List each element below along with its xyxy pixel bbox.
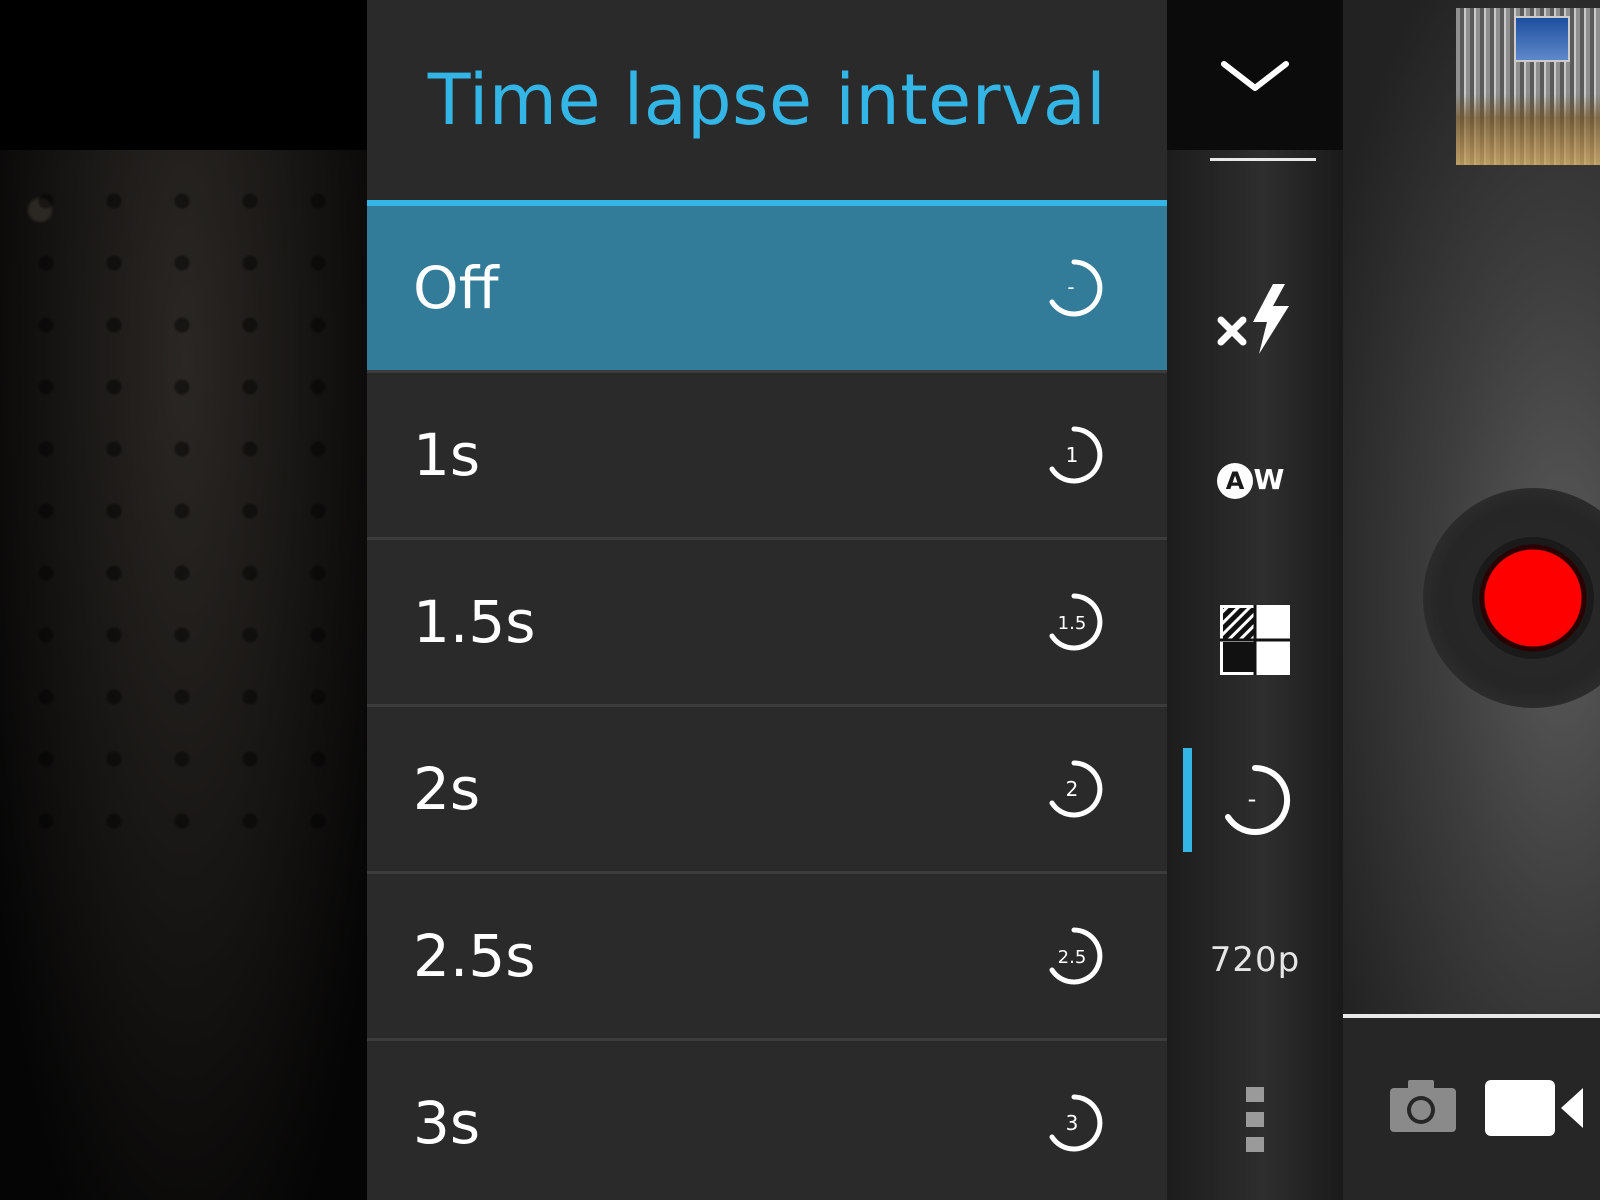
option-label: 2.5s [413, 922, 536, 990]
svg-text:-: - [1067, 275, 1074, 299]
option-off[interactable]: Off - [367, 206, 1167, 373]
option-2-5s[interactable]: 2.5s 2.5 [367, 874, 1167, 1041]
more-vertical-icon [1246, 1087, 1264, 1152]
dialog-title: Time lapse interval [427, 59, 1107, 141]
more-options-button[interactable] [1167, 1085, 1343, 1155]
svg-text:2.5: 2.5 [1058, 947, 1087, 968]
strip-divider [1210, 158, 1316, 161]
settings-strip: A W - 720p [1167, 0, 1343, 1200]
flash-button[interactable] [1167, 280, 1343, 360]
time-lapse-2-5s-icon: 2.5 [1049, 927, 1103, 985]
camera-icon[interactable] [1388, 1078, 1458, 1134]
svg-text:-: - [1248, 785, 1257, 813]
mode-switcher [1343, 1018, 1600, 1200]
svg-text:2: 2 [1066, 777, 1079, 801]
white-balance-button[interactable]: A W [1167, 450, 1343, 510]
flash-off-icon [1217, 284, 1289, 354]
option-label: 2s [413, 755, 481, 823]
option-1s[interactable]: 1s 1 [367, 373, 1167, 540]
option-label: 3s [413, 1089, 481, 1157]
option-3s[interactable]: 3s 3 [367, 1041, 1167, 1200]
option-label: 1.5s [413, 588, 536, 656]
video-camera-icon[interactable] [1483, 1078, 1588, 1138]
time-lapse-3s-icon: 3 [1049, 1094, 1103, 1152]
svg-text:W: W [1254, 463, 1285, 496]
time-lapse-1-5s-icon: 1.5 [1049, 593, 1103, 651]
interval-options: Off - 1s 1 1.5s 1.5 2s 2 2.5s 2.5 3s 3 [367, 206, 1167, 1200]
time-lapse-2s-icon: 2 [1049, 760, 1103, 818]
preview-texture [0, 150, 370, 850]
viewfinder[interactable] [0, 0, 370, 1200]
last-capture-thumbnail[interactable] [1456, 8, 1600, 165]
svg-text:3: 3 [1066, 1111, 1079, 1135]
option-2s[interactable]: 2s 2 [367, 707, 1167, 874]
time-lapse-button[interactable]: - [1167, 755, 1343, 845]
svg-text:1.5: 1.5 [1058, 613, 1087, 634]
option-label: Off [413, 254, 499, 322]
option-1-5s[interactable]: 1.5s 1.5 [367, 540, 1167, 707]
svg-text:1: 1 [1066, 443, 1079, 467]
time-lapse-off-icon: - [1049, 259, 1103, 317]
auto-white-balance-icon: A W [1217, 463, 1285, 499]
exposure-pattern-button[interactable] [1167, 600, 1343, 680]
grid-pattern-icon [1220, 605, 1290, 675]
time-lapse-icon: - [1225, 764, 1291, 835]
record-button[interactable] [1472, 537, 1594, 659]
chevron-down-icon [1221, 61, 1289, 91]
resolution-button[interactable]: 720p [1167, 930, 1343, 990]
collapse-button[interactable] [1167, 48, 1343, 108]
time-lapse-dialog: Time lapse interval Off - 1s 1 1.5s 1.5 … [367, 0, 1167, 1200]
camera-app: Time lapse interval Off - 1s 1 1.5s 1.5 … [0, 0, 1600, 1200]
time-lapse-1s-icon: 1 [1049, 426, 1103, 484]
svg-text:A: A [1226, 467, 1245, 495]
thumbnail-scoreboard [1514, 16, 1570, 62]
option-label: 1s [413, 421, 481, 489]
capture-panel [1343, 0, 1600, 1200]
